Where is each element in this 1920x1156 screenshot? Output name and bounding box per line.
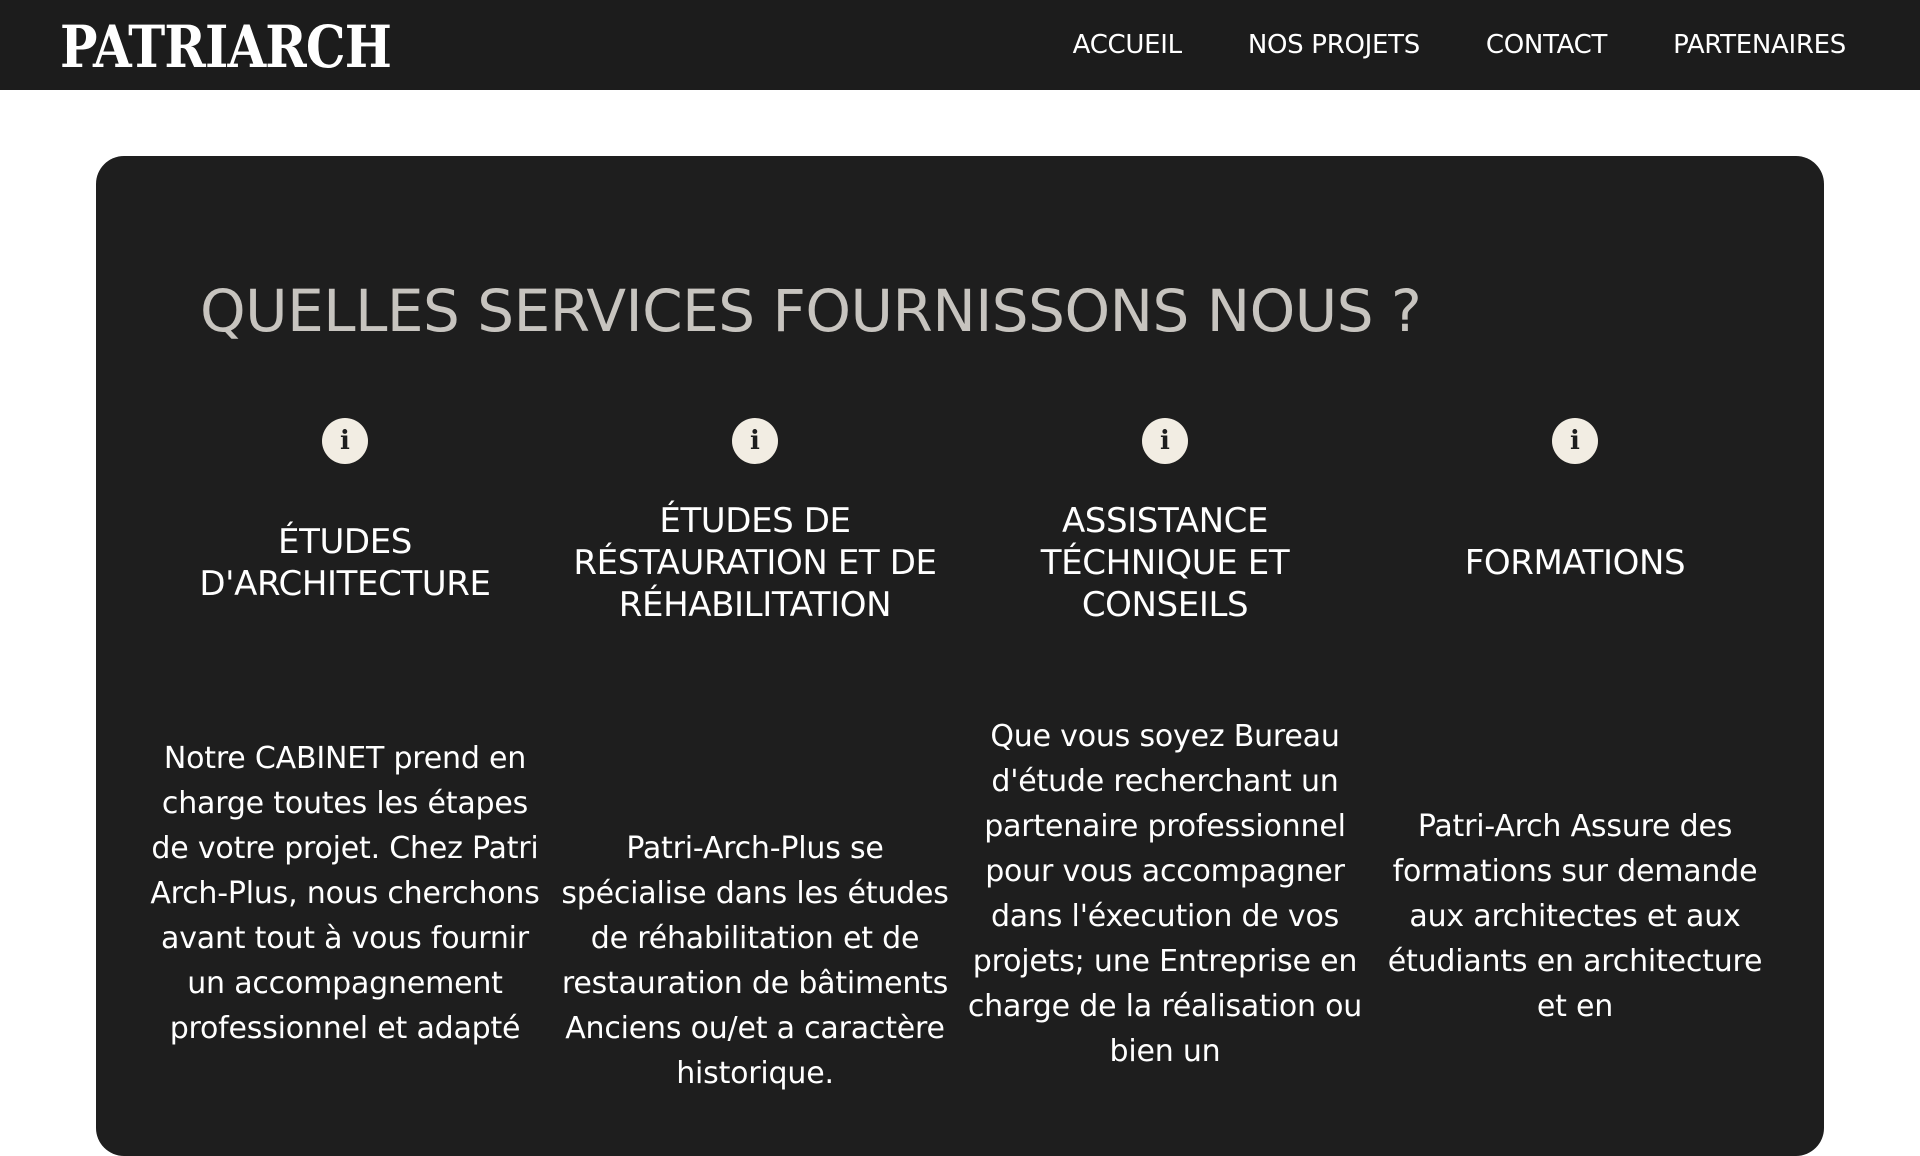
service-description: Patri-Arch Assure des formations sur dem… (1387, 809, 1763, 1024)
services-title: QUELLES SERVICES FOURNISSONS NOUS ? (200, 277, 1422, 345)
service-title: ÉTUDES DE RÉSTAURATION ET DE RÉHABILITAT… (573, 501, 937, 625)
service-column-formations: i FORMATIONS Patri-Arch Assure des forma… (1375, 418, 1775, 1024)
info-icon: i (1552, 418, 1598, 464)
nav-item-contact[interactable]: CONTACT (1486, 30, 1608, 60)
nav-item-nos-projets[interactable]: NOS PROJETS (1248, 30, 1420, 60)
service-description: Patri-Arch-Plus se spécialise dans les é… (561, 831, 949, 1091)
service-title: FORMATIONS (1464, 543, 1686, 583)
nav-item-accueil[interactable]: ACCUEIL (1073, 30, 1182, 60)
info-icon: i (322, 418, 368, 464)
nav-item-partenaires[interactable]: PARTENAIRES (1673, 30, 1846, 60)
service-column-architecture: i ÉTUDES D'ARCHITECTURE Notre CABINET pr… (145, 418, 545, 1046)
info-icon: i (732, 418, 778, 464)
main-nav: ACCUEIL NOS PROJETS CONTACT PARTENAIRES (1073, 0, 1920, 90)
service-column-assistance: i ASSISTANCE TÉCHNIQUE ET CONSEILS Que v… (965, 418, 1365, 1069)
service-description: Notre CABINET prend en charge toutes les… (150, 741, 540, 1046)
service-title: ÉTUDES D'ARCHITECTURE (199, 522, 491, 604)
top-navbar: PATRIARCH ACCUEIL NOS PROJETS CONTACT PA… (0, 0, 1920, 90)
service-description: Que vous soyez Bureau d'étude recherchan… (967, 719, 1363, 1069)
site-logo[interactable]: PATRIARCH (60, 12, 392, 82)
info-icon: i (1142, 418, 1188, 464)
service-column-restauration: i ÉTUDES DE RÉSTAURATION ET DE RÉHABILIT… (555, 418, 955, 1091)
service-title: ASSISTANCE TÉCHNIQUE ET CONSEILS (1040, 501, 1290, 625)
